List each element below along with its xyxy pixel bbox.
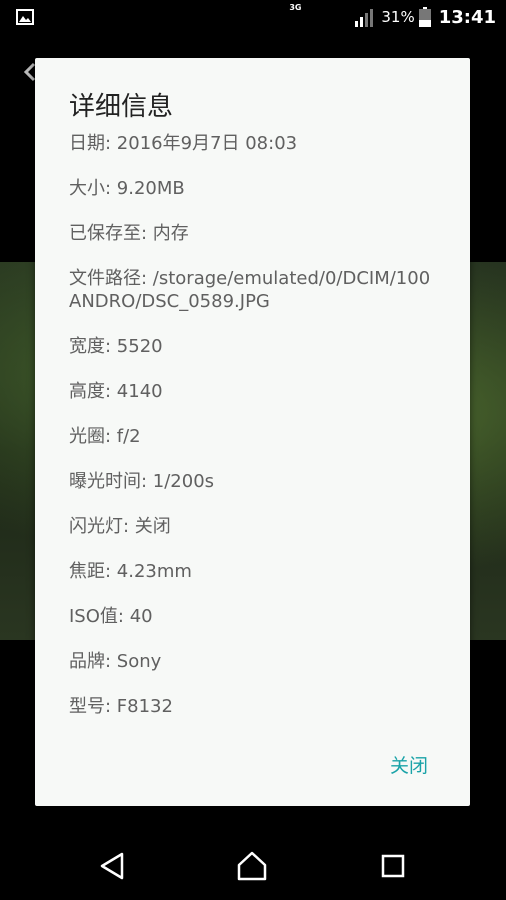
navigation-bar bbox=[0, 832, 506, 900]
detail-width: 宽度: 5520 bbox=[69, 336, 163, 357]
detail-brand: 品牌: Sony bbox=[69, 651, 162, 672]
gallery-notification-icon bbox=[16, 9, 34, 25]
close-button[interactable]: 关闭 bbox=[390, 751, 428, 778]
clock: 13:41 bbox=[438, 6, 496, 28]
network-type: 3G bbox=[289, 3, 302, 12]
detail-date: 日期: 2016年9月7日 08:03 bbox=[69, 133, 298, 154]
detail-saved-to: 已保存至: 内存 bbox=[69, 223, 189, 244]
nav-back-icon[interactable] bbox=[96, 850, 128, 882]
details-dialog: 详细信息 日期: 2016年9月7日 08:03 大小: 9.20MB 已保存至… bbox=[35, 58, 470, 806]
detail-exposure: 曝光时间: 1/200s bbox=[69, 471, 215, 492]
detail-iso: ISO值: 40 bbox=[69, 606, 153, 627]
status-bar: 3G 31% 13:41 bbox=[0, 0, 506, 34]
detail-flash: 闪光灯: 关闭 bbox=[69, 516, 171, 537]
signal-icon bbox=[355, 9, 374, 27]
nav-home-icon[interactable] bbox=[236, 850, 268, 882]
detail-height: 高度: 4140 bbox=[69, 381, 163, 402]
detail-file-path: 文件路径: /storage/emulated/0/DCIM/100ANDRO/… bbox=[69, 268, 431, 312]
detail-focal-length: 焦距: 4.23mm bbox=[69, 561, 192, 582]
battery-icon bbox=[418, 7, 431, 27]
dialog-title: 详细信息 bbox=[69, 92, 174, 122]
details-list: 日期: 2016年9月7日 08:03 大小: 9.20MB 已保存至: 内存 … bbox=[69, 132, 439, 740]
nav-recent-apps-icon[interactable] bbox=[377, 850, 409, 882]
detail-size: 大小: 9.20MB bbox=[69, 178, 185, 199]
detail-model: 型号: F8132 bbox=[69, 696, 173, 717]
detail-aperture: 光圈: f/2 bbox=[69, 426, 141, 447]
battery-percent: 31% bbox=[381, 8, 415, 26]
